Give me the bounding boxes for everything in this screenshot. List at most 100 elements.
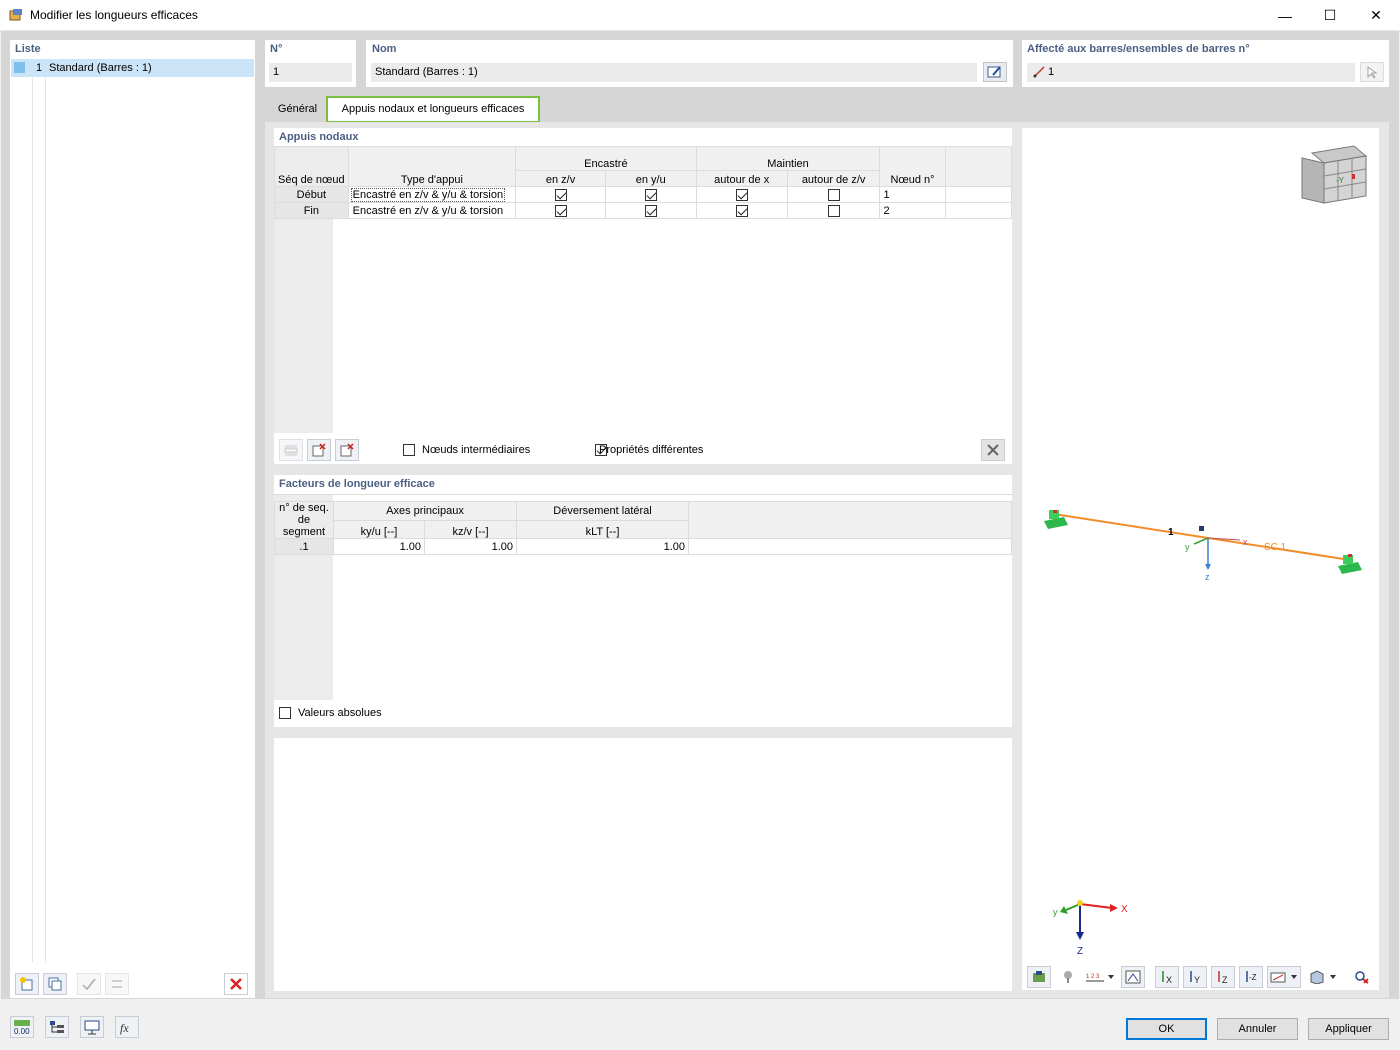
about-zv-cell[interactable] — [786, 186, 881, 203]
delete-item-icon[interactable] — [224, 973, 248, 995]
clear-icon[interactable] — [981, 439, 1005, 461]
row-seq: Début — [274, 186, 349, 203]
svg-text:Y: Y — [1194, 975, 1200, 984]
kzv-cell[interactable]: 1.00 — [424, 538, 517, 555]
number-field[interactable]: 1 — [269, 63, 352, 82]
axis-y-line — [1193, 537, 1209, 545]
assigned-label: Affecté aux barres/ensembles de barres n… — [1027, 43, 1250, 55]
fixed-zv-cell[interactable] — [515, 186, 606, 203]
units-icon[interactable]: 0.00 — [10, 1016, 34, 1038]
assigned-value: 1 — [1048, 66, 1055, 78]
sc-label: SC 1 — [1264, 542, 1287, 553]
edit-name-button[interactable] — [983, 62, 1007, 82]
fixed-yu-cell[interactable] — [604, 186, 697, 203]
support-type[interactable]: Encastré en z/v & y/u & torsion — [350, 187, 506, 202]
different-props-label: Propriétés différentes — [599, 444, 704, 456]
tab-general[interactable]: Général — [270, 97, 325, 121]
formula-icon[interactable]: fx — [115, 1016, 139, 1038]
member-icon — [1033, 66, 1045, 85]
col-lateral-buckling: Déversement latéral — [516, 500, 689, 522]
about-x-checkbox[interactable] — [735, 204, 748, 217]
intermediate-nodes-checkbox[interactable] — [403, 444, 415, 457]
app-icon — [9, 8, 23, 22]
delete-row-icon[interactable] — [307, 439, 331, 461]
svg-text:X: X — [1166, 975, 1172, 984]
cancel-button[interactable]: Annuler — [1217, 1018, 1298, 1040]
ok-button[interactable]: OK — [1126, 1018, 1207, 1040]
fixed-yu-checkbox[interactable] — [644, 188, 657, 201]
assigned-panel: Affecté aux barres/ensembles de barres n… — [1022, 40, 1389, 87]
copy-item-icon[interactable] — [43, 973, 67, 995]
kyu-cell[interactable]: 1.00 — [333, 538, 425, 555]
render-dropdown-icon[interactable] — [1306, 966, 1340, 988]
model-view[interactable]: -Y 1 SC 1 x y z X y Z — [1022, 128, 1379, 990]
absolute-values-checkbox[interactable] — [279, 707, 291, 720]
col-about-zv: autour de z/v — [786, 170, 881, 187]
new-item-icon[interactable] — [15, 973, 39, 995]
nodal-supports-table: Séq de nœud Type d'appui Nœud n° Encastr… — [274, 146, 1013, 219]
apply-button[interactable]: Appliquer — [1308, 1018, 1389, 1040]
view-iso-dropdown-icon[interactable] — [1267, 966, 1301, 988]
reset-view-icon[interactable] — [1350, 966, 1374, 988]
tab-supports-lengths[interactable]: Appuis nodaux et longueurs efficaces — [326, 96, 540, 123]
svg-text:Z: Z — [1222, 975, 1228, 984]
check-all-icon[interactable] — [77, 973, 101, 995]
col-klt: kLT [--] — [516, 520, 689, 539]
about-zv-cell[interactable] — [786, 202, 881, 219]
title-bar: Modifier les longueurs efficaces — ☐ ✕ — [0, 0, 1400, 31]
number-label: N° — [270, 43, 283, 55]
list-item-number: 1 — [36, 62, 43, 74]
node-cell[interactable]: 1 — [879, 186, 946, 203]
col-fixed-yu: en y/u — [604, 170, 697, 187]
about-x-cell[interactable] — [695, 186, 788, 203]
maximize-button[interactable]: ☐ — [1307, 0, 1353, 31]
view-y-icon[interactable]: Y — [1183, 966, 1207, 988]
fixed-zv-checkbox[interactable] — [554, 204, 567, 217]
support-type[interactable]: Encastré en z/v & y/u & torsion — [347, 202, 517, 219]
about-zv-checkbox[interactable] — [827, 204, 840, 217]
fixed-yu-cell[interactable] — [604, 202, 697, 219]
list-header: Liste — [15, 43, 41, 55]
member-axis-y-label: y — [1185, 542, 1190, 552]
list-item[interactable]: 1 Standard (Barres : 1) — [11, 59, 254, 77]
uncheck-icon[interactable] — [105, 973, 129, 995]
close-button[interactable]: ✕ — [1353, 0, 1399, 31]
result-view-icon[interactable] — [1121, 966, 1145, 988]
view-3d-panel[interactable]: -Y 1 SC 1 x y z X y Z 1 2 3 X Y Z -Z — [1022, 128, 1379, 990]
axis-gizmo-icon — [1060, 900, 1118, 940]
member-axis-z-label: z — [1205, 572, 1210, 582]
col-seq: Séq de nœud — [274, 146, 349, 187]
number-panel: N° 1 — [265, 40, 356, 87]
node-cell[interactable]: 2 — [879, 202, 946, 219]
display-settings-icon[interactable] — [1027, 966, 1051, 988]
model-tree-icon[interactable] — [45, 1016, 69, 1038]
about-x-cell[interactable] — [695, 202, 788, 219]
support-type-cell[interactable]: Encastré en z/v & y/u & torsion — [347, 186, 517, 203]
insert-row-icon[interactable] — [279, 439, 303, 461]
numbering-dropdown-icon[interactable]: 1 2 3 — [1082, 966, 1116, 988]
svg-text:0.00: 0.00 — [14, 1027, 30, 1035]
name-field[interactable]: Standard (Barres : 1) — [371, 63, 977, 82]
minimize-button[interactable]: — — [1262, 0, 1308, 31]
klt-cell[interactable]: 1.00 — [516, 538, 689, 555]
view-icon[interactable] — [80, 1016, 104, 1038]
fixed-zv-cell[interactable] — [515, 202, 606, 219]
col-kyu: ky/u [--] — [333, 520, 425, 539]
fixed-zv-checkbox[interactable] — [554, 188, 567, 201]
view-x-icon[interactable]: X — [1155, 966, 1179, 988]
about-zv-checkbox[interactable] — [827, 188, 840, 201]
member-number-label: 1 — [1168, 527, 1174, 538]
view-minus-z-icon[interactable]: -Z — [1239, 966, 1263, 988]
table-row: Fin Encastré en z/v & y/u & torsion 2 — [274, 202, 1013, 219]
fixed-yu-checkbox[interactable] — [644, 204, 657, 217]
info-display-icon[interactable] — [1056, 966, 1080, 988]
assigned-field[interactable]: 1 — [1027, 63, 1355, 82]
table-row: Début Encastré en z/v & y/u & torsion 1 — [274, 186, 1013, 203]
view-z-icon[interactable]: Z — [1211, 966, 1235, 988]
list-panel: Liste 1 Standard (Barres : 1) — [10, 40, 255, 998]
effective-length-table: n° de seq. de segment Axes principaux Dé… — [274, 500, 1012, 555]
about-x-checkbox[interactable] — [735, 188, 748, 201]
select-members-button[interactable] — [1360, 62, 1384, 82]
col-principal-axes: Axes principaux — [333, 500, 517, 522]
delete-all-rows-icon[interactable] — [335, 439, 359, 461]
